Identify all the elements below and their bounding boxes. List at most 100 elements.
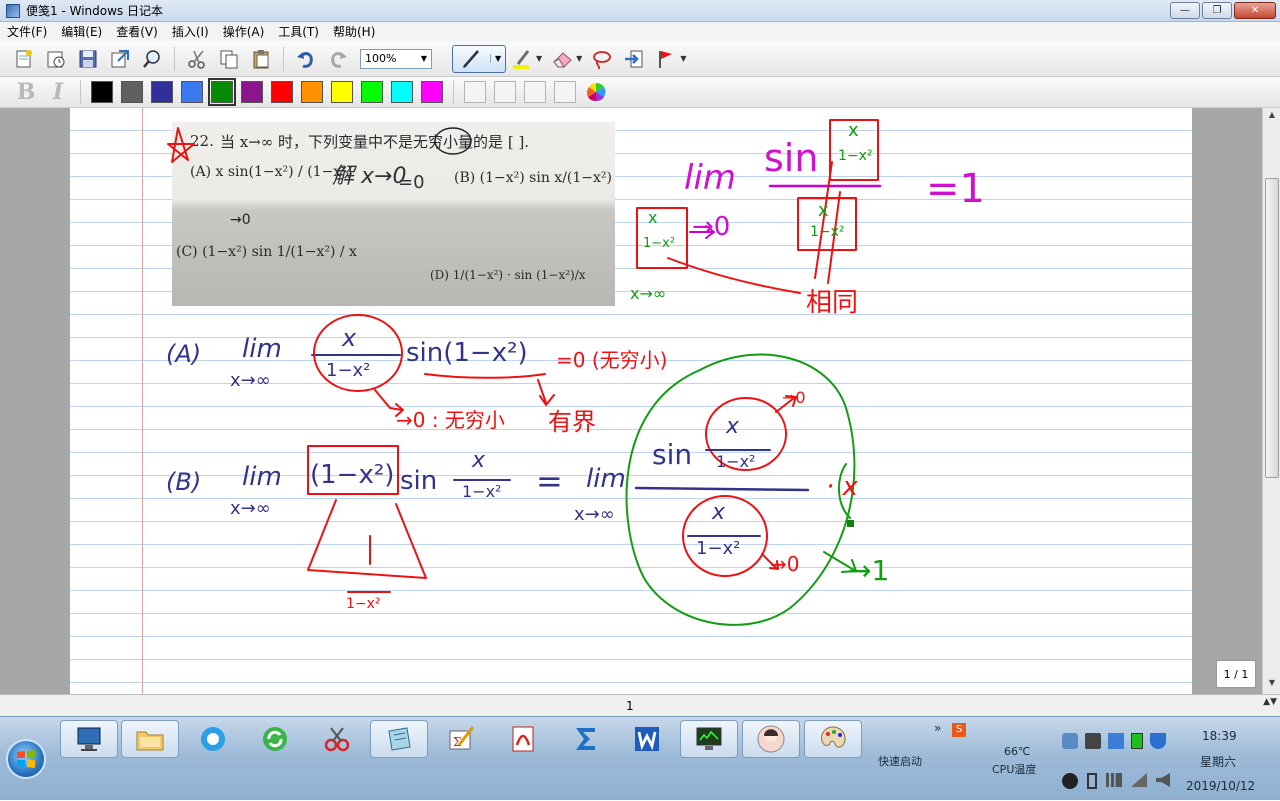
color-swatch[interactable] xyxy=(91,81,113,103)
color-swatch[interactable] xyxy=(331,81,353,103)
flag-dropdown-icon[interactable]: ▼ xyxy=(680,54,686,63)
taskbar-app-explorer[interactable] xyxy=(121,720,179,758)
undo-button[interactable] xyxy=(292,45,320,73)
maximize-button[interactable]: ❐ xyxy=(1202,2,1232,19)
palette-icon xyxy=(821,726,846,748)
note-page[interactable]: 22. 当 x→∞ 时，下列变量中不是无穷小量的是 [ ]. (A) x sin… xyxy=(70,108,1192,694)
custom-color-slot-3[interactable] xyxy=(524,81,546,103)
eraser-tool-button[interactable] xyxy=(548,45,576,73)
security-shield-icon[interactable] xyxy=(1150,733,1166,749)
highlighter-dropdown-icon[interactable]: ▼ xyxy=(536,54,542,63)
taskbar-app-computer[interactable] xyxy=(60,720,118,758)
scroll-up-icon[interactable]: ▲ xyxy=(1265,110,1279,124)
menu-view[interactable]: 查看(V) xyxy=(109,23,165,40)
redo-button[interactable] xyxy=(324,45,352,73)
vertical-scrollbar[interactable]: ▲ ▼ xyxy=(1262,108,1280,694)
color-swatch[interactable] xyxy=(208,78,236,106)
bold-button[interactable]: B xyxy=(14,79,38,105)
copy-button[interactable] xyxy=(215,45,243,73)
color-swatch[interactable] xyxy=(271,81,293,103)
quick-launch-expand-icon[interactable]: » xyxy=(934,721,941,735)
qq-penguin-icon[interactable] xyxy=(1062,773,1078,789)
taskbar-app-mathtype[interactable] xyxy=(556,720,614,758)
status-bar: 1 ▲▼ xyxy=(0,694,1280,716)
menu-file[interactable]: 文件(F) xyxy=(0,23,54,40)
taskbar-app-monitor[interactable] xyxy=(680,720,738,758)
color-swatch[interactable] xyxy=(241,81,263,103)
taskbar-app-browser[interactable] xyxy=(184,720,242,758)
clock-time[interactable]: 18:39 xyxy=(1202,729,1237,743)
minimize-button[interactable]: — xyxy=(1170,2,1200,19)
custom-color-slot-4[interactable] xyxy=(554,81,576,103)
hw-sin-top: sin xyxy=(764,136,819,180)
taskbar-app-journal[interactable] xyxy=(370,720,428,758)
hw-b-bot-den: 1−x² xyxy=(696,538,741,559)
eraser-dropdown-icon[interactable]: ▼ xyxy=(576,54,582,63)
clock-date[interactable]: 2019/10/12 xyxy=(1186,779,1255,793)
taskbar-app-snipping[interactable] xyxy=(308,720,366,758)
hw-jie: 解 x→0 xyxy=(332,164,407,189)
start-button[interactable] xyxy=(6,739,46,779)
taskbar: Σ » S 快速启动 66℃ CPU温度 18:39 星期六 2019/10/1… xyxy=(0,716,1280,800)
wifi-bars-icon[interactable] xyxy=(1106,773,1122,787)
color-swatch[interactable] xyxy=(391,81,413,103)
note-workspace[interactable]: 22. 当 x→∞ 时，下列变量中不是无穷小量的是 [ ]. (A) x sin… xyxy=(0,108,1262,694)
color-swatch[interactable] xyxy=(361,81,383,103)
volume-icon[interactable] xyxy=(1156,773,1170,787)
close-button[interactable]: ✕ xyxy=(1234,2,1276,19)
cut-button[interactable] xyxy=(183,45,211,73)
cpu-temperature: 66℃ xyxy=(1004,745,1031,758)
custom-color-slot-2[interactable] xyxy=(494,81,516,103)
battery-icon[interactable] xyxy=(1087,773,1097,789)
display-icon[interactable] xyxy=(1085,733,1101,749)
highlighter-tool-button[interactable] xyxy=(508,45,536,73)
menu-help[interactable]: 帮助(H) xyxy=(326,23,382,40)
taskbar-app-wps-writer[interactable] xyxy=(618,720,676,758)
scroll-down-icon[interactable]: ▼ xyxy=(1265,678,1279,692)
hw-b-lim: lim xyxy=(242,462,282,492)
custom-color-slot-1[interactable] xyxy=(464,81,486,103)
save-button[interactable] xyxy=(74,45,102,73)
menu-actions[interactable]: 操作(A) xyxy=(216,23,272,40)
color-swatch[interactable] xyxy=(151,81,173,103)
italic-button[interactable]: I xyxy=(46,79,70,105)
paste-button[interactable] xyxy=(247,45,275,73)
menu-insert[interactable]: 插入(I) xyxy=(165,23,216,40)
hw-eq1: =1 xyxy=(926,166,985,212)
new-note-button[interactable] xyxy=(10,45,38,73)
hw-frac-den-b: 1−x² xyxy=(838,148,873,164)
open-button[interactable] xyxy=(42,45,70,73)
export-button[interactable] xyxy=(106,45,134,73)
taskbar-app-math-input[interactable]: Σ xyxy=(432,720,490,758)
network-signal-icon[interactable] xyxy=(1131,773,1147,787)
pen-tool-button[interactable]: ▼ xyxy=(452,44,506,73)
menu-tools[interactable]: 工具(T) xyxy=(271,23,326,40)
zoom-select[interactable]: 100% ▼ xyxy=(360,48,432,69)
color-swatch[interactable] xyxy=(121,81,143,103)
color-swatch[interactable] xyxy=(421,81,443,103)
insert-space-button[interactable] xyxy=(620,45,648,73)
hw-b-xtoinf2: x→∞ xyxy=(574,504,615,525)
page-nav-icon[interactable]: ▲▼ xyxy=(1263,697,1277,707)
network-users-icon[interactable] xyxy=(1062,733,1078,749)
lasso-tool-button[interactable] xyxy=(588,45,616,73)
hw-b-label: (B) xyxy=(166,468,202,496)
quick-launch-label[interactable]: 快速启动 xyxy=(878,753,922,769)
flag-button[interactable] xyxy=(652,45,680,73)
taskbar-app-pdf[interactable] xyxy=(494,720,552,758)
clock-weekday[interactable]: 星期六 xyxy=(1200,753,1236,770)
sogou-input-icon[interactable]: S xyxy=(952,723,966,737)
taskbar-app-paint[interactable] xyxy=(804,720,862,758)
find-button[interactable] xyxy=(138,45,166,73)
menu-edit[interactable]: 编辑(E) xyxy=(54,23,109,40)
action-center-icon[interactable] xyxy=(1108,733,1124,749)
color-swatch[interactable] xyxy=(181,81,203,103)
color-swatch[interactable] xyxy=(301,81,323,103)
hw-b-frac-x: x xyxy=(472,448,486,473)
color-picker-button[interactable] xyxy=(582,78,610,106)
scroll-thumb[interactable] xyxy=(1265,178,1279,478)
battery-meter-icon[interactable] xyxy=(1131,733,1143,749)
taskbar-app-update[interactable] xyxy=(246,720,304,758)
taskbar-app-avatar[interactable] xyxy=(742,720,800,758)
pen-dropdown-icon[interactable]: ▼ xyxy=(490,54,501,63)
